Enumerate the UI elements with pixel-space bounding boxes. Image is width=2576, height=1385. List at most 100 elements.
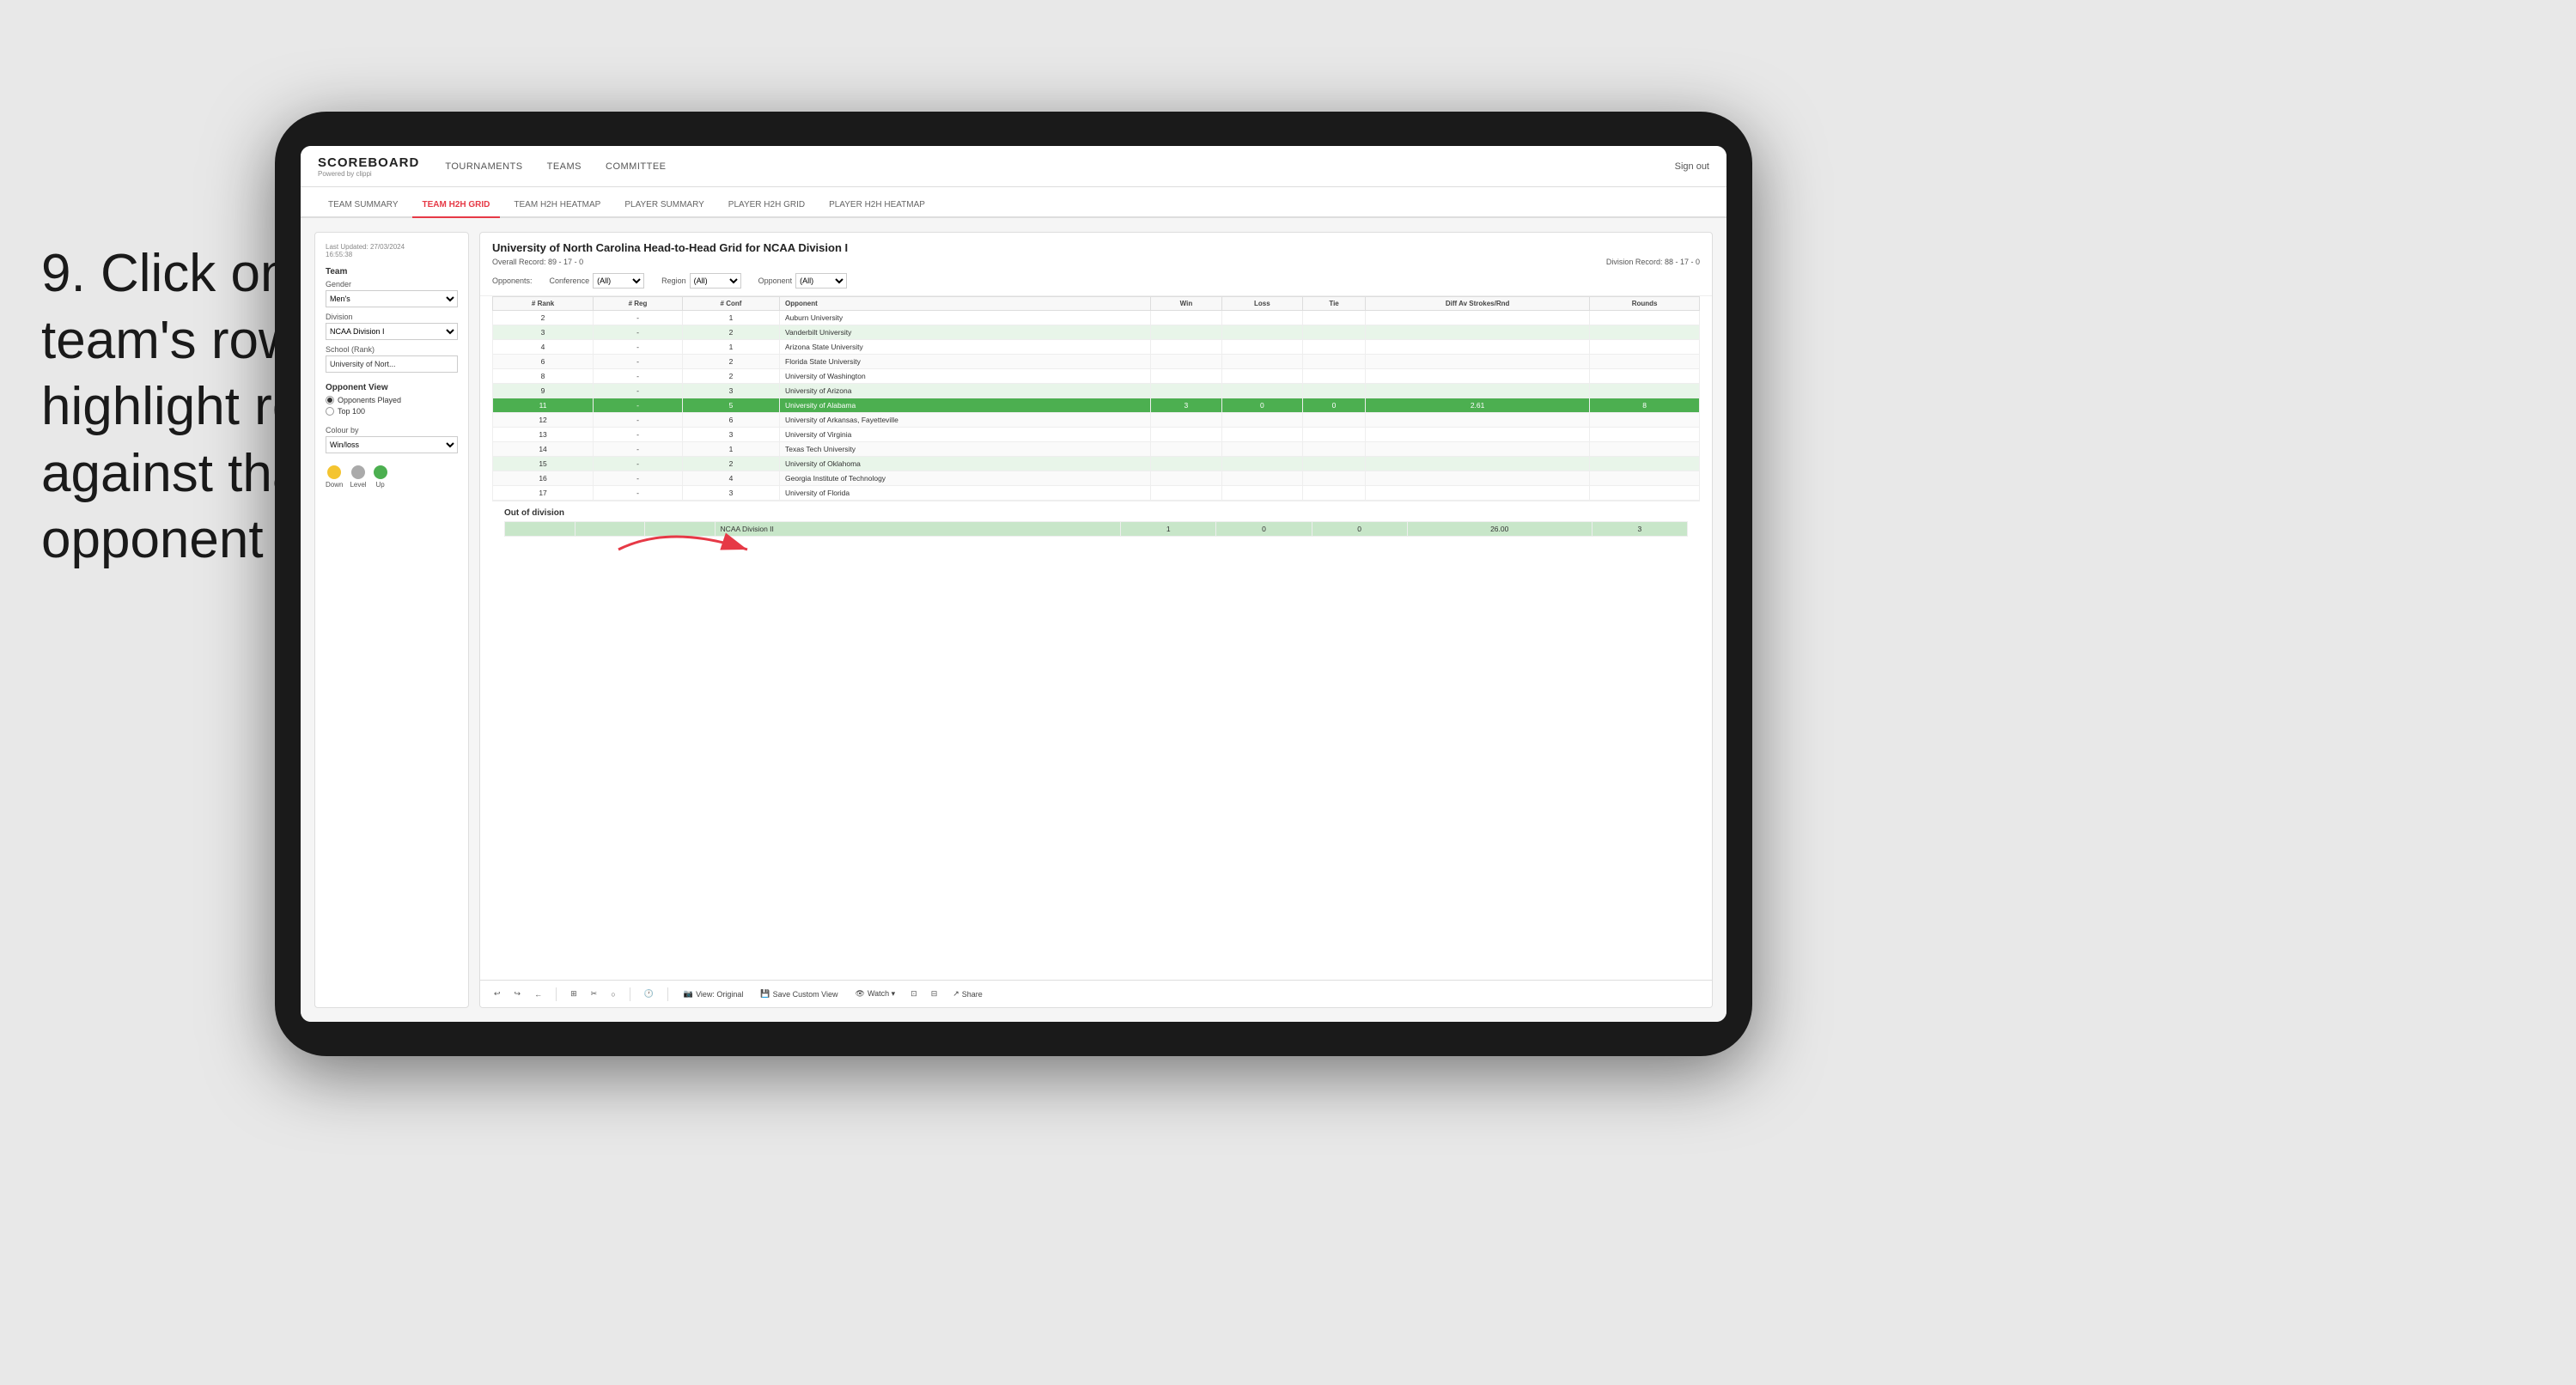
conference-select[interactable]: (All) (593, 273, 644, 289)
cell-opponent: Florida State University (780, 355, 1151, 369)
ood-reg (575, 522, 645, 537)
cell-conf: 3 (682, 428, 779, 442)
cell-loss (1221, 428, 1303, 442)
table-row[interactable]: 8 - 2 University of Washington (493, 369, 1700, 384)
table-row[interactable]: 17 - 3 University of Florida (493, 486, 1700, 501)
cell-tie (1303, 413, 1366, 428)
table-row[interactable]: 16 - 4 Georgia Institute of Technology (493, 471, 1700, 486)
tab-team-h2h-grid[interactable]: TEAM H2H GRID (412, 193, 501, 218)
legend-down-circle (327, 465, 341, 479)
out-of-division-title: Out of division (504, 508, 1688, 518)
radio-opponents-dot (326, 396, 334, 404)
table-row[interactable]: 11 - 5 University of Alabama 3 0 0 2.61 … (493, 398, 1700, 413)
cell-tie (1303, 355, 1366, 369)
cell-reg: - (594, 384, 683, 398)
nav-tournaments[interactable]: TOURNAMENTS (445, 160, 522, 173)
share-button[interactable]: ↗ Share (947, 987, 988, 1000)
region-select[interactable]: (All) (690, 273, 741, 289)
table-row[interactable]: 6 - 2 Florida State University (493, 355, 1700, 369)
cell-reg: - (594, 340, 683, 355)
tablet-screen: SCOREBOARD Powered by clippi TOURNAMENTS… (301, 146, 1726, 1022)
toolbar-misc-2[interactable]: ✂ (588, 987, 601, 1000)
cell-conf: 3 (682, 486, 779, 501)
toolbar-misc-5[interactable]: ⊟ (928, 987, 941, 1000)
division-label: Division (326, 313, 458, 321)
tab-player-h2h-heatmap[interactable]: PLAYER H2H HEATMAP (819, 193, 935, 218)
tab-team-h2h-heatmap[interactable]: TEAM H2H HEATMAP (503, 193, 611, 218)
cell-reg: - (594, 413, 683, 428)
cell-rounds (1590, 428, 1700, 442)
cell-diff (1365, 384, 1589, 398)
table-row[interactable]: 12 - 6 University of Arkansas, Fayettevi… (493, 413, 1700, 428)
radio-group: Opponents Played Top 100 (326, 396, 458, 416)
tab-team-summary[interactable]: TEAM SUMMARY (318, 193, 409, 218)
cell-rank: 3 (493, 325, 594, 340)
opponents-label: Opponents: (492, 276, 533, 285)
table-row[interactable]: 2 - 1 Auburn University (493, 311, 1700, 325)
toolbar-misc-1[interactable]: ⊞ (567, 987, 581, 1000)
cell-loss (1221, 413, 1303, 428)
cell-opponent: University of Alabama (780, 398, 1151, 413)
cell-loss (1221, 311, 1303, 325)
cell-rank: 12 (493, 413, 594, 428)
cell-rounds (1590, 442, 1700, 457)
bottom-toolbar: ↩ ↪ ← ⊞ ✂ ○ 🕐 📷 View: Original 💾 Save Cu… (480, 980, 1712, 1007)
tab-player-summary[interactable]: PLAYER SUMMARY (614, 193, 714, 218)
save-custom-button[interactable]: 💾 Save Custom View (755, 987, 843, 1000)
cell-win (1151, 442, 1221, 457)
cell-win (1151, 471, 1221, 486)
undo-button[interactable]: ↩ (490, 987, 504, 1000)
cell-reg: - (594, 457, 683, 471)
tab-player-h2h-grid[interactable]: PLAYER H2H GRID (718, 193, 815, 218)
toolbar-misc-4[interactable]: ⊡ (907, 987, 921, 1000)
col-reg: # Reg (594, 297, 683, 311)
toolbar-sep-1 (556, 987, 557, 1001)
nav-teams[interactable]: TEAMS (547, 160, 582, 173)
table-row[interactable]: 4 - 1 Arizona State University (493, 340, 1700, 355)
cell-rank: 13 (493, 428, 594, 442)
col-diff: Diff Av Strokes/Rnd (1365, 297, 1589, 311)
sign-out-link[interactable]: Sign out (1675, 161, 1709, 172)
opponent-view-title: Opponent View (326, 383, 458, 392)
col-rounds: Rounds (1590, 297, 1700, 311)
watch-button[interactable]: 👁 Watch ▾ (850, 987, 901, 1000)
view-original-button[interactable]: 📷 View: Original (679, 987, 749, 1000)
cell-conf: 2 (682, 355, 779, 369)
table-row[interactable]: 15 - 2 University of Oklahoma (493, 457, 1700, 471)
clock-button[interactable]: 🕐 (641, 987, 657, 1000)
redo-button[interactable]: ↪ (511, 987, 525, 1000)
table-row[interactable]: 9 - 3 University of Arizona (493, 384, 1700, 398)
ood-table: NCAA Division II 1 0 0 26.00 3 (504, 521, 1688, 537)
table-row[interactable]: 14 - 1 Texas Tech University (493, 442, 1700, 457)
col-tie: Tie (1303, 297, 1366, 311)
table-row[interactable]: 3 - 2 Vanderbilt University (493, 325, 1700, 340)
cell-opponent: Auburn University (780, 311, 1151, 325)
ood-row[interactable]: NCAA Division II 1 0 0 26.00 3 (505, 522, 1688, 537)
cell-reg: - (594, 398, 683, 413)
cell-conf: 2 (682, 325, 779, 340)
cell-rounds (1590, 369, 1700, 384)
radio-opponents-played[interactable]: Opponents Played (326, 396, 458, 404)
nav-committee[interactable]: COMMITTEE (606, 160, 667, 173)
division-select[interactable]: NCAA Division I (326, 323, 458, 340)
colour-by-label: Colour by (326, 426, 458, 434)
radio-top100[interactable]: Top 100 (326, 407, 458, 416)
colour-by-select[interactable]: Win/loss (326, 436, 458, 453)
cell-tie (1303, 457, 1366, 471)
cell-reg: - (594, 369, 683, 384)
cell-tie (1303, 369, 1366, 384)
table-row[interactable]: 13 - 3 University of Virginia (493, 428, 1700, 442)
nav-bar: SCOREBOARD Powered by clippi TOURNAMENTS… (301, 146, 1726, 187)
col-conf: # Conf (682, 297, 779, 311)
ood-conf (645, 522, 716, 537)
ood-diff: 26.00 (1407, 522, 1592, 537)
toolbar-misc-3[interactable]: ○ (607, 988, 618, 1000)
cell-tie (1303, 442, 1366, 457)
cell-reg: - (594, 311, 683, 325)
gender-select[interactable]: Men's (326, 290, 458, 307)
cell-rank: 17 (493, 486, 594, 501)
cell-rank: 9 (493, 384, 594, 398)
back-button[interactable]: ← (531, 988, 545, 1000)
cell-win (1151, 384, 1221, 398)
opponent-select[interactable]: (All) (795, 273, 847, 289)
